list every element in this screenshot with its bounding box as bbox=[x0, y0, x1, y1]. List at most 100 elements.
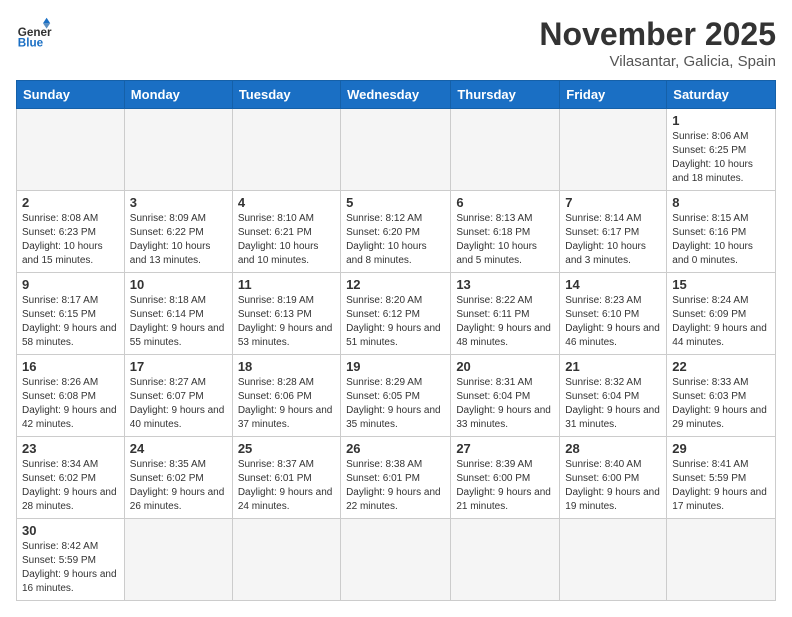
day-number: 8 bbox=[672, 195, 770, 210]
calendar-cell: 14 Sunrise: 8:23 AM Sunset: 6:10 PM Dayli… bbox=[560, 273, 667, 355]
day-info: Sunrise: 8:29 AM Sunset: 6:05 PM Dayligh… bbox=[346, 376, 445, 432]
day-info: Sunrise: 8:34 AM Sunset: 6:02 PM Dayligh… bbox=[22, 458, 119, 514]
weekday-header-wednesday: Wednesday bbox=[341, 81, 451, 109]
day-info: Sunrise: 8:18 AM Sunset: 6:14 PM Dayligh… bbox=[130, 294, 227, 350]
day-number: 9 bbox=[22, 277, 119, 292]
logo: General Blue bbox=[16, 16, 52, 52]
day-number: 13 bbox=[456, 277, 554, 292]
day-info: Sunrise: 8:13 AM Sunset: 6:18 PM Dayligh… bbox=[456, 212, 554, 268]
day-number: 6 bbox=[456, 195, 554, 210]
calendar-cell: 7Sunrise: 8:14 AM Sunset: 6:17 PM Daylig… bbox=[560, 191, 667, 273]
day-number: 4 bbox=[238, 195, 335, 210]
calendar-cell: 18Sunrise: 8:28 AM Sunset: 6:06 PM Dayli… bbox=[232, 355, 340, 437]
calendar-cell: 22Sunrise: 8:33 AM Sunset: 6:03 PM Dayli… bbox=[667, 355, 776, 437]
calendar-cell: 29Sunrise: 8:41 AM Sunset: 5:59 PM Dayli… bbox=[667, 437, 776, 519]
calendar-cell: 21Sunrise: 8:32 AM Sunset: 6:04 PM Dayli… bbox=[560, 355, 667, 437]
day-info: Sunrise: 8:20 AM Sunset: 6:12 PM Dayligh… bbox=[346, 294, 445, 350]
calendar-cell: 12 Sunrise: 8:20 AM Sunset: 6:12 PM Dayli… bbox=[341, 273, 451, 355]
calendar-cell: 24Sunrise: 8:35 AM Sunset: 6:02 PM Dayli… bbox=[124, 437, 232, 519]
calendar-cell bbox=[341, 519, 451, 601]
calendar-cell: 9 Sunrise: 8:17 AM Sunset: 6:15 PM Daylig… bbox=[17, 273, 125, 355]
day-info: Sunrise: 8:06 AM Sunset: 6:25 PM Dayligh… bbox=[672, 130, 770, 186]
calendar-cell: 28 Sunrise: 8:40 AM Sunset: 6:00 PM Dayli… bbox=[560, 437, 667, 519]
day-info: Sunrise: 8:22 AM Sunset: 6:11 PM Dayligh… bbox=[456, 294, 554, 350]
calendar-cell: 10 Sunrise: 8:18 AM Sunset: 6:14 PM Dayli… bbox=[124, 273, 232, 355]
day-number: 1 bbox=[672, 113, 770, 128]
calendar-cell: 26 Sunrise: 8:38 AM Sunset: 6:01 PM Dayli… bbox=[341, 437, 451, 519]
location-title: Vilasantar, Galicia, Spain bbox=[539, 53, 776, 70]
title-block: November 2025 Vilasantar, Galicia, Spain bbox=[539, 16, 776, 70]
day-number: 7 bbox=[565, 195, 661, 210]
calendar-cell: 6 Sunrise: 8:13 AM Sunset: 6:18 PM Daylig… bbox=[451, 191, 560, 273]
day-number: 12 bbox=[346, 277, 445, 292]
day-number: 19 bbox=[346, 359, 445, 374]
weekday-header-row: SundayMondayTuesdayWednesdayThursdayFrid… bbox=[17, 81, 776, 109]
calendar-cell: 19 Sunrise: 8:29 AM Sunset: 6:05 PM Dayli… bbox=[341, 355, 451, 437]
day-info: Sunrise: 8:08 AM Sunset: 6:23 PM Dayligh… bbox=[22, 212, 119, 268]
logo-icon: General Blue bbox=[16, 16, 52, 52]
day-number: 29 bbox=[672, 441, 770, 456]
weekday-header-saturday: Saturday bbox=[667, 81, 776, 109]
calendar-cell: 23Sunrise: 8:34 AM Sunset: 6:02 PM Dayli… bbox=[17, 437, 125, 519]
calendar-week-row: 30Sunrise: 8:42 AM Sunset: 5:59 PM Dayli… bbox=[17, 519, 776, 601]
day-number: 11 bbox=[238, 277, 335, 292]
calendar-cell: 1 Sunrise: 8:06 AM Sunset: 6:25 PM Daylig… bbox=[667, 109, 776, 191]
calendar-cell bbox=[124, 519, 232, 601]
calendar-cell: 27 Sunrise: 8:39 AM Sunset: 6:00 PM Dayli… bbox=[451, 437, 560, 519]
day-info: Sunrise: 8:28 AM Sunset: 6:06 PM Dayligh… bbox=[238, 376, 335, 432]
day-info: Sunrise: 8:35 AM Sunset: 6:02 PM Dayligh… bbox=[130, 458, 227, 514]
day-number: 5 bbox=[346, 195, 445, 210]
calendar-cell bbox=[341, 109, 451, 191]
calendar-cell: 17 Sunrise: 8:27 AM Sunset: 6:07 PM Dayli… bbox=[124, 355, 232, 437]
day-number: 30 bbox=[22, 523, 119, 538]
calendar-cell: 2Sunrise: 8:08 AM Sunset: 6:23 PM Daylig… bbox=[17, 191, 125, 273]
day-info: Sunrise: 8:15 AM Sunset: 6:16 PM Dayligh… bbox=[672, 212, 770, 268]
day-number: 10 bbox=[130, 277, 227, 292]
day-info: Sunrise: 8:23 AM Sunset: 6:10 PM Dayligh… bbox=[565, 294, 661, 350]
calendar-week-row: 9 Sunrise: 8:17 AM Sunset: 6:15 PM Daylig… bbox=[17, 273, 776, 355]
day-number: 25 bbox=[238, 441, 335, 456]
day-info: Sunrise: 8:24 AM Sunset: 6:09 PM Dayligh… bbox=[672, 294, 770, 350]
calendar-cell: 11 Sunrise: 8:19 AM Sunset: 6:13 PM Dayli… bbox=[232, 273, 340, 355]
calendar-cell bbox=[124, 109, 232, 191]
day-number: 17 bbox=[130, 359, 227, 374]
calendar-cell: 20Sunrise: 8:31 AM Sunset: 6:04 PM Dayli… bbox=[451, 355, 560, 437]
day-info: Sunrise: 8:31 AM Sunset: 6:04 PM Dayligh… bbox=[456, 376, 554, 432]
calendar-cell: 8 Sunrise: 8:15 AM Sunset: 6:16 PM Daylig… bbox=[667, 191, 776, 273]
day-info: Sunrise: 8:32 AM Sunset: 6:04 PM Dayligh… bbox=[565, 376, 661, 432]
calendar-table: SundayMondayTuesdayWednesdayThursdayFrid… bbox=[16, 80, 776, 601]
month-title: November 2025 bbox=[539, 16, 776, 53]
calendar-cell: 3Sunrise: 8:09 AM Sunset: 6:22 PM Daylig… bbox=[124, 191, 232, 273]
day-number: 28 bbox=[565, 441, 661, 456]
weekday-header-thursday: Thursday bbox=[451, 81, 560, 109]
calendar-week-row: 2Sunrise: 8:08 AM Sunset: 6:23 PM Daylig… bbox=[17, 191, 776, 273]
calendar-cell bbox=[17, 109, 125, 191]
day-number: 16 bbox=[22, 359, 119, 374]
calendar-cell: 13 Sunrise: 8:22 AM Sunset: 6:11 PM Dayli… bbox=[451, 273, 560, 355]
day-info: Sunrise: 8:40 AM Sunset: 6:00 PM Dayligh… bbox=[565, 458, 661, 514]
day-info: Sunrise: 8:39 AM Sunset: 6:00 PM Dayligh… bbox=[456, 458, 554, 514]
day-info: Sunrise: 8:10 AM Sunset: 6:21 PM Dayligh… bbox=[238, 212, 335, 268]
calendar-cell bbox=[667, 519, 776, 601]
day-info: Sunrise: 8:38 AM Sunset: 6:01 PM Dayligh… bbox=[346, 458, 445, 514]
calendar-cell: 25Sunrise: 8:37 AM Sunset: 6:01 PM Dayli… bbox=[232, 437, 340, 519]
calendar-cell: 5 Sunrise: 8:12 AM Sunset: 6:20 PM Daylig… bbox=[341, 191, 451, 273]
calendar-cell bbox=[232, 109, 340, 191]
calendar-cell: 16Sunrise: 8:26 AM Sunset: 6:08 PM Dayli… bbox=[17, 355, 125, 437]
calendar-cell bbox=[451, 519, 560, 601]
svg-text:Blue: Blue bbox=[18, 37, 44, 50]
day-info: Sunrise: 8:17 AM Sunset: 6:15 PM Dayligh… bbox=[22, 294, 119, 350]
day-number: 27 bbox=[456, 441, 554, 456]
day-info: Sunrise: 8:19 AM Sunset: 6:13 PM Dayligh… bbox=[238, 294, 335, 350]
day-number: 26 bbox=[346, 441, 445, 456]
weekday-header-friday: Friday bbox=[560, 81, 667, 109]
day-number: 14 bbox=[565, 277, 661, 292]
day-info: Sunrise: 8:12 AM Sunset: 6:20 PM Dayligh… bbox=[346, 212, 445, 268]
day-number: 15 bbox=[672, 277, 770, 292]
calendar-cell: 15 Sunrise: 8:24 AM Sunset: 6:09 PM Dayli… bbox=[667, 273, 776, 355]
day-info: Sunrise: 8:27 AM Sunset: 6:07 PM Dayligh… bbox=[130, 376, 227, 432]
weekday-header-tuesday: Tuesday bbox=[232, 81, 340, 109]
calendar-week-row: 1 Sunrise: 8:06 AM Sunset: 6:25 PM Daylig… bbox=[17, 109, 776, 191]
weekday-header-sunday: Sunday bbox=[17, 81, 125, 109]
page-header: General Blue November 2025 Vilasantar, G… bbox=[16, 16, 776, 70]
